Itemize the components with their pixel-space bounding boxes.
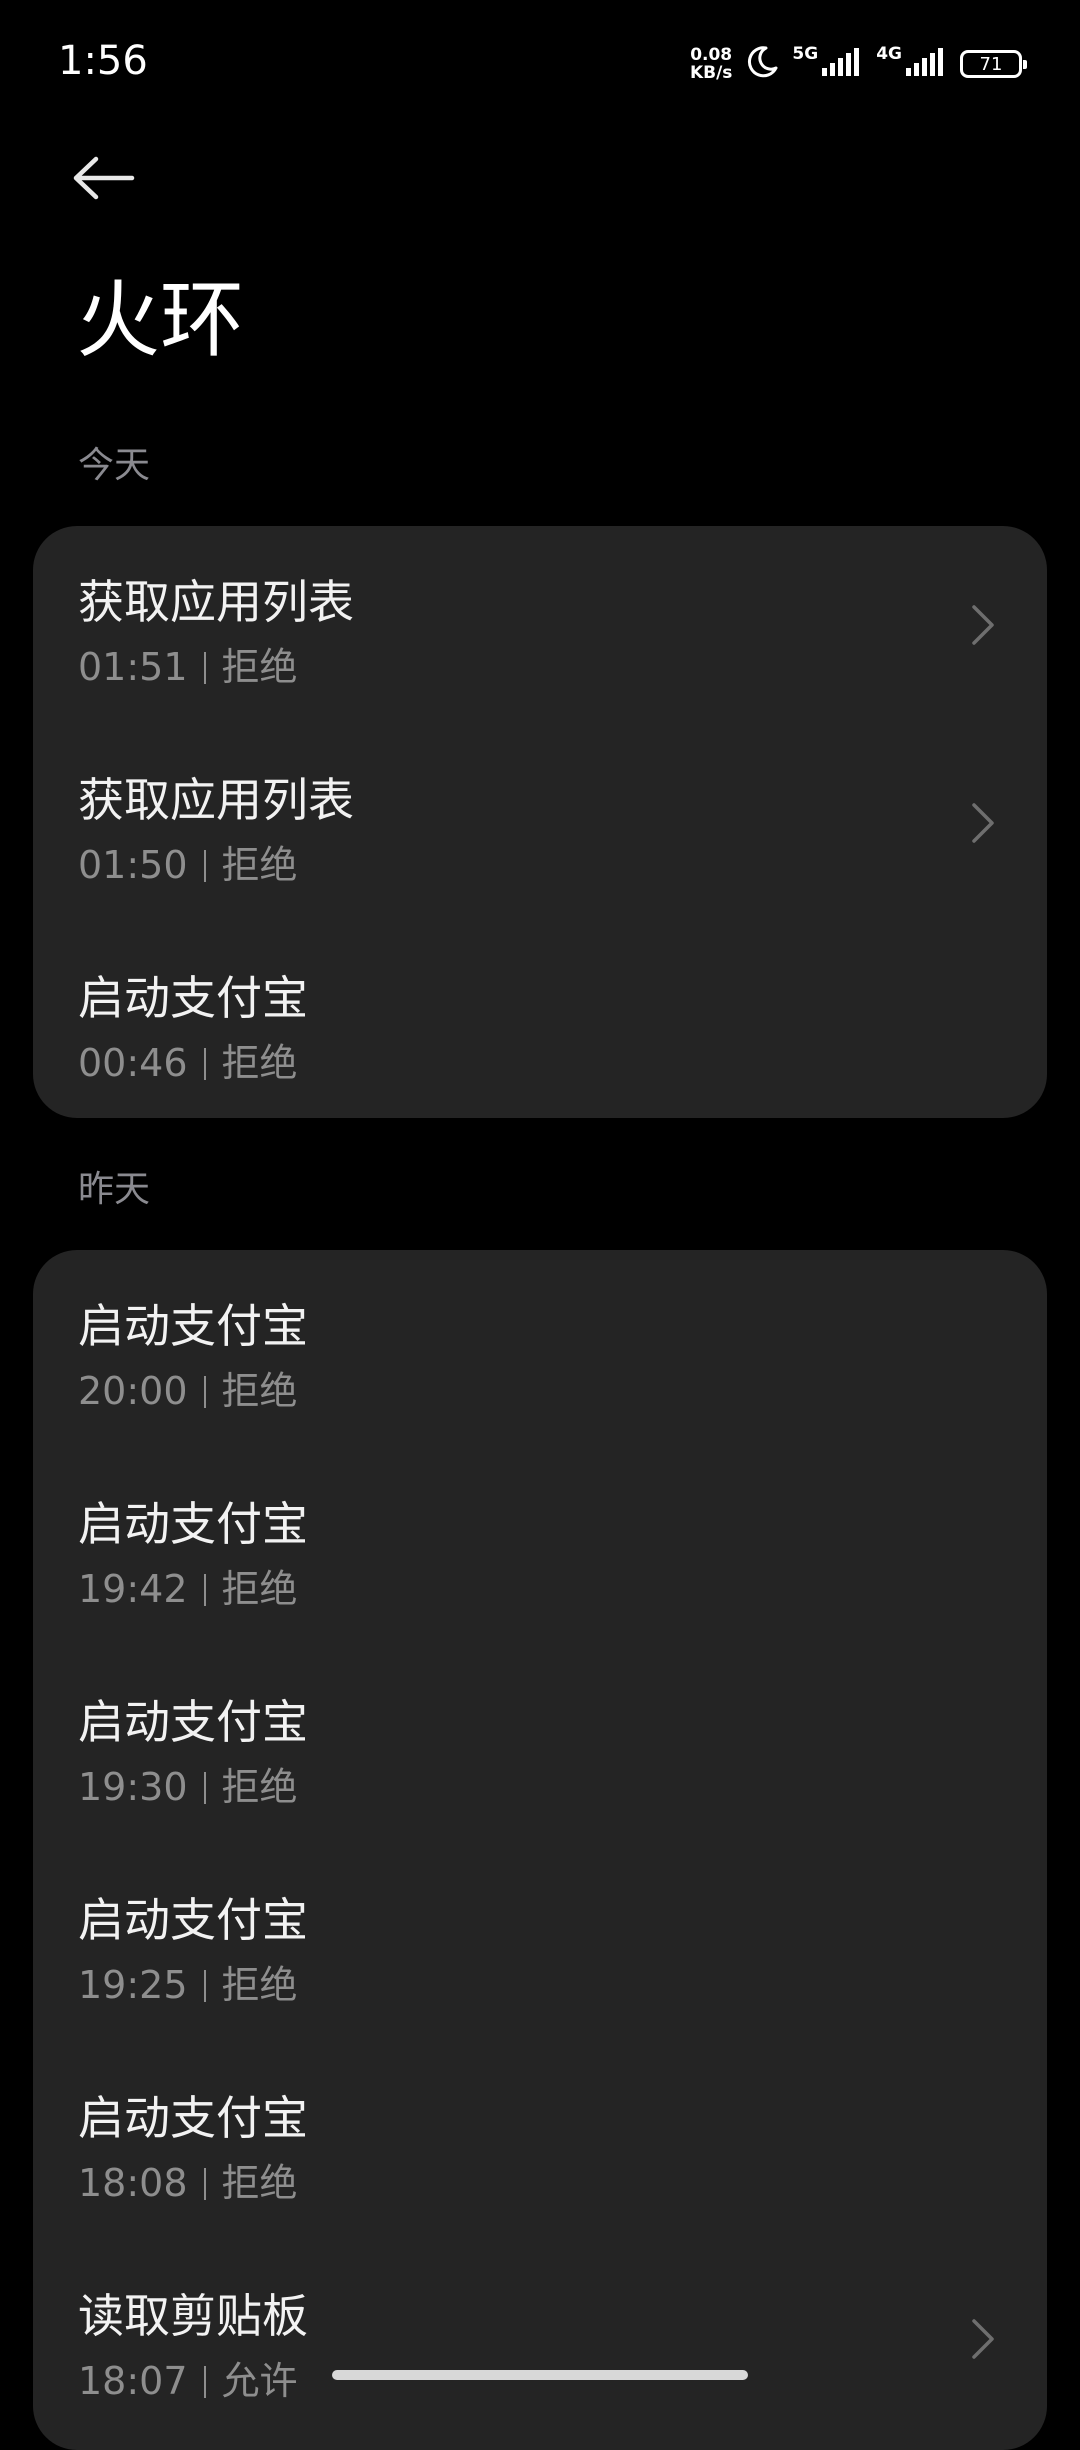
status-icons: 0.08 KB/s 5G 4G 71 [690,40,1027,88]
record-title: 启动支付宝 [78,1497,308,1551]
battery-icon: 71 [960,50,1027,78]
record-status: 拒绝 [221,1963,298,2007]
record-meta: 19:25 拒绝 [78,1954,298,2009]
record-time: 00:46 [78,1041,188,1085]
record-time: 19:25 [78,1963,188,2007]
list-item[interactable]: 获取应用列表 01:50 拒绝 [33,724,1047,922]
signal-icon [904,46,948,82]
record-time: 01:50 [78,843,188,887]
divider [203,652,206,684]
record-time: 20:00 [78,1369,188,1413]
record-time: 19:42 [78,1567,188,1611]
divider [203,1970,206,2002]
arrow-left-icon [70,155,136,205]
record-meta: 19:30 拒绝 [78,1756,298,1811]
record-meta: 00:46 拒绝 [78,1032,298,1087]
record-time: 18:08 [78,2161,188,2205]
moon-icon [744,44,780,84]
section-header-yesterday: 昨天 [78,1169,151,1210]
list-item[interactable]: 获取应用列表 01:51 拒绝 [33,526,1047,724]
page-title: 火环 [76,271,245,369]
record-status: 拒绝 [221,1369,298,1413]
record-title: 读取剪贴板 [78,2289,308,2343]
record-meta: 18:08 拒绝 [78,2152,298,2207]
home-indicator[interactable] [332,2370,748,2380]
divider [203,2168,206,2200]
list-item: 启动支付宝 19:25 拒绝 [33,1844,1047,2042]
divider [203,850,206,882]
divider [203,1376,206,1408]
record-status: 拒绝 [221,1041,298,1085]
status-time: 1:56 [58,38,148,84]
record-meta: 19:42 拒绝 [78,1558,298,1613]
list-item: 启动支付宝 00:46 拒绝 [33,922,1047,1118]
record-status: 拒绝 [221,1765,298,1809]
signal-4g-label: 4G [876,44,902,64]
divider [203,1048,206,1080]
signal-5g: 5G [792,44,864,82]
list-item[interactable]: 读取剪贴板 18:07 允许 [33,2240,1047,2438]
record-title: 启动支付宝 [78,1299,308,1353]
signal-4g: 4G [876,44,948,82]
record-title: 获取应用列表 [78,575,354,629]
record-status: 拒绝 [221,2161,298,2205]
back-button[interactable] [70,150,150,210]
chevron-right-icon [963,724,1003,922]
list-item: 启动支付宝 20:00 拒绝 [33,1250,1047,1448]
record-card-yesterday: 启动支付宝 20:00 拒绝 启动支付宝 19:42 拒绝 启动支付宝 19:30 拒… [33,1250,1047,2450]
network-speed: 0.08 KB/s [690,46,732,82]
record-title: 启动支付宝 [78,2091,308,2145]
network-speed-unit: KB/s [689,63,733,83]
record-meta: 01:50 拒绝 [78,834,298,889]
list-item: 启动支付宝 19:30 拒绝 [33,1646,1047,1844]
record-status: 拒绝 [221,843,298,887]
record-title: 获取应用列表 [78,773,354,827]
record-time: 19:30 [78,1765,188,1809]
list-item: 启动支付宝 18:08 拒绝 [33,2042,1047,2240]
record-card-today: 获取应用列表 01:51 拒绝 获取应用列表 01:50 拒绝 启动支付宝 00:4… [33,526,1047,1118]
section-header-today: 今天 [78,445,151,486]
battery-level: 71 [979,53,1003,75]
divider [203,1772,206,1804]
record-time: 01:51 [78,645,188,689]
divider [203,1574,206,1606]
record-status: 拒绝 [221,645,298,689]
record-title: 启动支付宝 [78,971,308,1025]
record-meta: 18:07 允许 [78,2350,298,2405]
status-bar: 1:56 0.08 KB/s 5G 4G 71 [0,0,1080,130]
network-speed-value: 0.08 [690,45,733,65]
signal-5g-label: 5G [792,44,819,64]
record-title: 启动支付宝 [78,1695,308,1749]
divider [203,2366,206,2398]
record-time: 18:07 [78,2359,188,2403]
chevron-right-icon [963,2240,1003,2438]
record-status: 拒绝 [221,1567,298,1611]
record-meta: 20:00 拒绝 [78,1360,298,1415]
record-status: 允许 [221,2359,298,2403]
signal-icon [820,46,864,82]
record-meta: 01:51 拒绝 [78,636,298,691]
chevron-right-icon [963,526,1003,724]
list-item: 启动支付宝 19:42 拒绝 [33,1448,1047,1646]
record-title: 启动支付宝 [78,1893,308,1947]
